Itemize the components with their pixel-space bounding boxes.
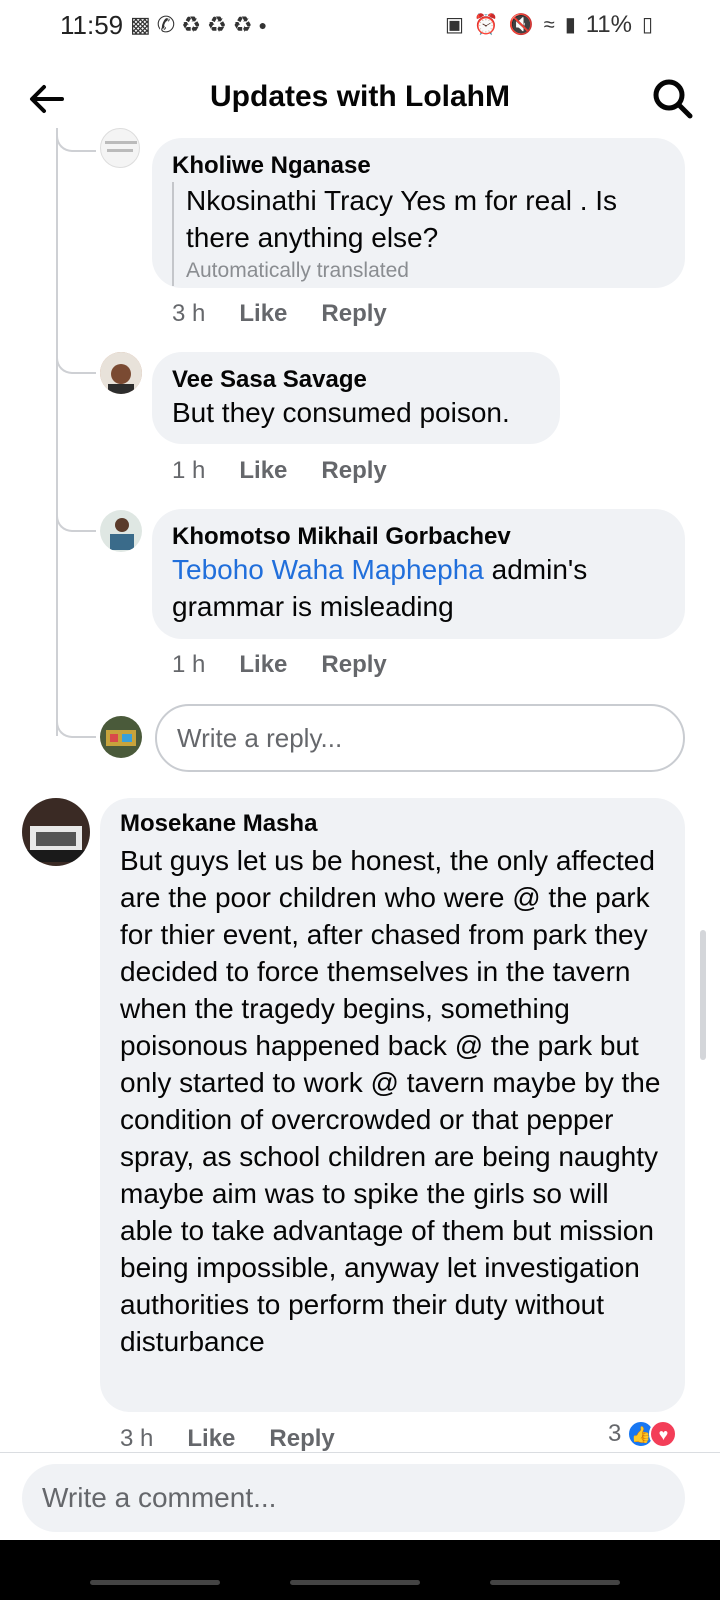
nav-back-button[interactable] <box>490 1580 620 1585</box>
reply-author[interactable]: Vee Sasa Savage <box>172 366 540 394</box>
reply-actions: 1 h Like Reply <box>172 457 387 485</box>
reply-button[interactable]: Reply <box>321 651 386 679</box>
recycle-icon: ♻ <box>181 12 201 37</box>
message-icon: ▩ <box>130 12 151 37</box>
reply-button[interactable]: Reply <box>321 300 386 328</box>
translation-note[interactable]: Automatically translated <box>186 256 665 286</box>
avatar[interactable] <box>100 352 142 394</box>
page-title: Updates with LolahM <box>210 80 510 113</box>
comment-author[interactable]: Mosekane Masha <box>120 810 665 838</box>
reply-actions: 1 h Like Reply <box>172 651 387 679</box>
my-avatar <box>100 716 142 758</box>
recycle-icon: ♻ <box>206 12 227 37</box>
avatar-image <box>100 716 142 758</box>
comment-text: But guys let us be honest, the only affe… <box>120 845 661 1357</box>
like-button[interactable]: Like <box>187 1425 235 1453</box>
battery-icon: ▯ <box>641 14 653 36</box>
like-button[interactable]: Like <box>239 457 287 485</box>
avatar[interactable] <box>100 128 140 168</box>
love-icon: ♥ <box>649 1420 678 1448</box>
search-button[interactable] <box>648 74 698 124</box>
lock-icon: ▣ <box>445 14 464 36</box>
alarm-icon: ⏰ <box>473 14 499 36</box>
thread-line <box>56 136 58 736</box>
reply-bubble: Vee Sasa Savage But they consumed poison… <box>152 352 560 444</box>
reaction-count: 3 <box>608 1420 622 1447</box>
comment-bubble: Mosekane Masha But guys let us be honest… <box>100 798 685 1412</box>
thread-branch <box>56 350 96 374</box>
like-button[interactable]: Like <box>239 300 287 328</box>
thread-branch <box>56 714 96 738</box>
avatar-image <box>105 141 137 152</box>
comment-time[interactable]: 3 h <box>120 1425 153 1453</box>
thread-branch <box>56 508 96 532</box>
reply-button[interactable]: Reply <box>269 1425 334 1453</box>
reply-text: Teboho Waha Maphepha admin's grammar is … <box>172 551 665 625</box>
whatsapp-icon: ✆ <box>156 12 176 37</box>
reply-time[interactable]: 3 h <box>172 300 205 328</box>
system-nav-bar <box>0 1540 720 1600</box>
page-header: Updates with LolahM <box>0 60 720 136</box>
reply-author[interactable]: Khomotso Mikhail Gorbachev <box>172 523 665 551</box>
divider <box>0 1452 720 1453</box>
avatar-image <box>100 352 142 394</box>
reply-bubble: Khomotso Mikhail Gorbachev Teboho Waha M… <box>152 509 685 639</box>
like-button[interactable]: Like <box>239 651 287 679</box>
search-icon <box>653 79 693 119</box>
signal-icon: ▮ <box>564 14 576 36</box>
reply-text: But they consumed poison. <box>172 397 510 428</box>
comment-input[interactable]: Write a comment... <box>22 1464 685 1532</box>
reply-input[interactable]: Write a reply... <box>155 704 685 772</box>
thread-branch <box>56 128 96 152</box>
reply-button[interactable]: Reply <box>321 457 386 485</box>
system-icons: ▣ ⏰ 🔇 ≈ ▮ 11% ▯ <box>445 12 653 38</box>
reply-actions: 3 h Like Reply <box>172 300 387 328</box>
wifi-icon: ≈ <box>543 14 555 36</box>
reaction-summary[interactable]: 3 👍 ♥ <box>608 1420 678 1448</box>
dot-icon: ● <box>258 17 267 33</box>
avatar-image <box>22 798 90 866</box>
avatar[interactable] <box>100 510 142 552</box>
comment-actions: 3 h Like Reply <box>120 1425 335 1453</box>
avatar[interactable] <box>22 798 90 866</box>
reply-author[interactable]: Kholiwe Nganase <box>172 152 665 180</box>
nav-recent-button[interactable] <box>90 1580 220 1585</box>
recycle-icon: ♻ <box>232 12 253 37</box>
reply-text: Nkosinathi Tracy Yes m for real . Is the… <box>186 185 618 253</box>
reply-time[interactable]: 1 h <box>172 457 205 485</box>
reply-bubble: Kholiwe Nganase Nkosinathi Tracy Yes m f… <box>152 138 685 288</box>
scrollbar[interactable] <box>700 930 706 1060</box>
avatar-image <box>100 510 142 552</box>
mention-link[interactable]: Teboho Waha Maphepha <box>172 554 484 585</box>
nav-home-button[interactable] <box>290 1580 420 1585</box>
reply-time[interactable]: 1 h <box>172 651 205 679</box>
translated-block: Nkosinathi Tracy Yes m for real . Is the… <box>172 182 665 286</box>
status-time: 11:59 <box>60 10 124 40</box>
status-bar: 11:59 ▩ ✆ ♻ ♻ ♻ ● ▣ ⏰ 🔇 ≈ ▮ 11% ▯ <box>0 0 720 52</box>
mute-icon: 🔇 <box>508 14 534 36</box>
battery-level: 11% <box>585 11 632 38</box>
notification-icons: ▩ ✆ ♻ ♻ ♻ ● <box>130 12 267 38</box>
